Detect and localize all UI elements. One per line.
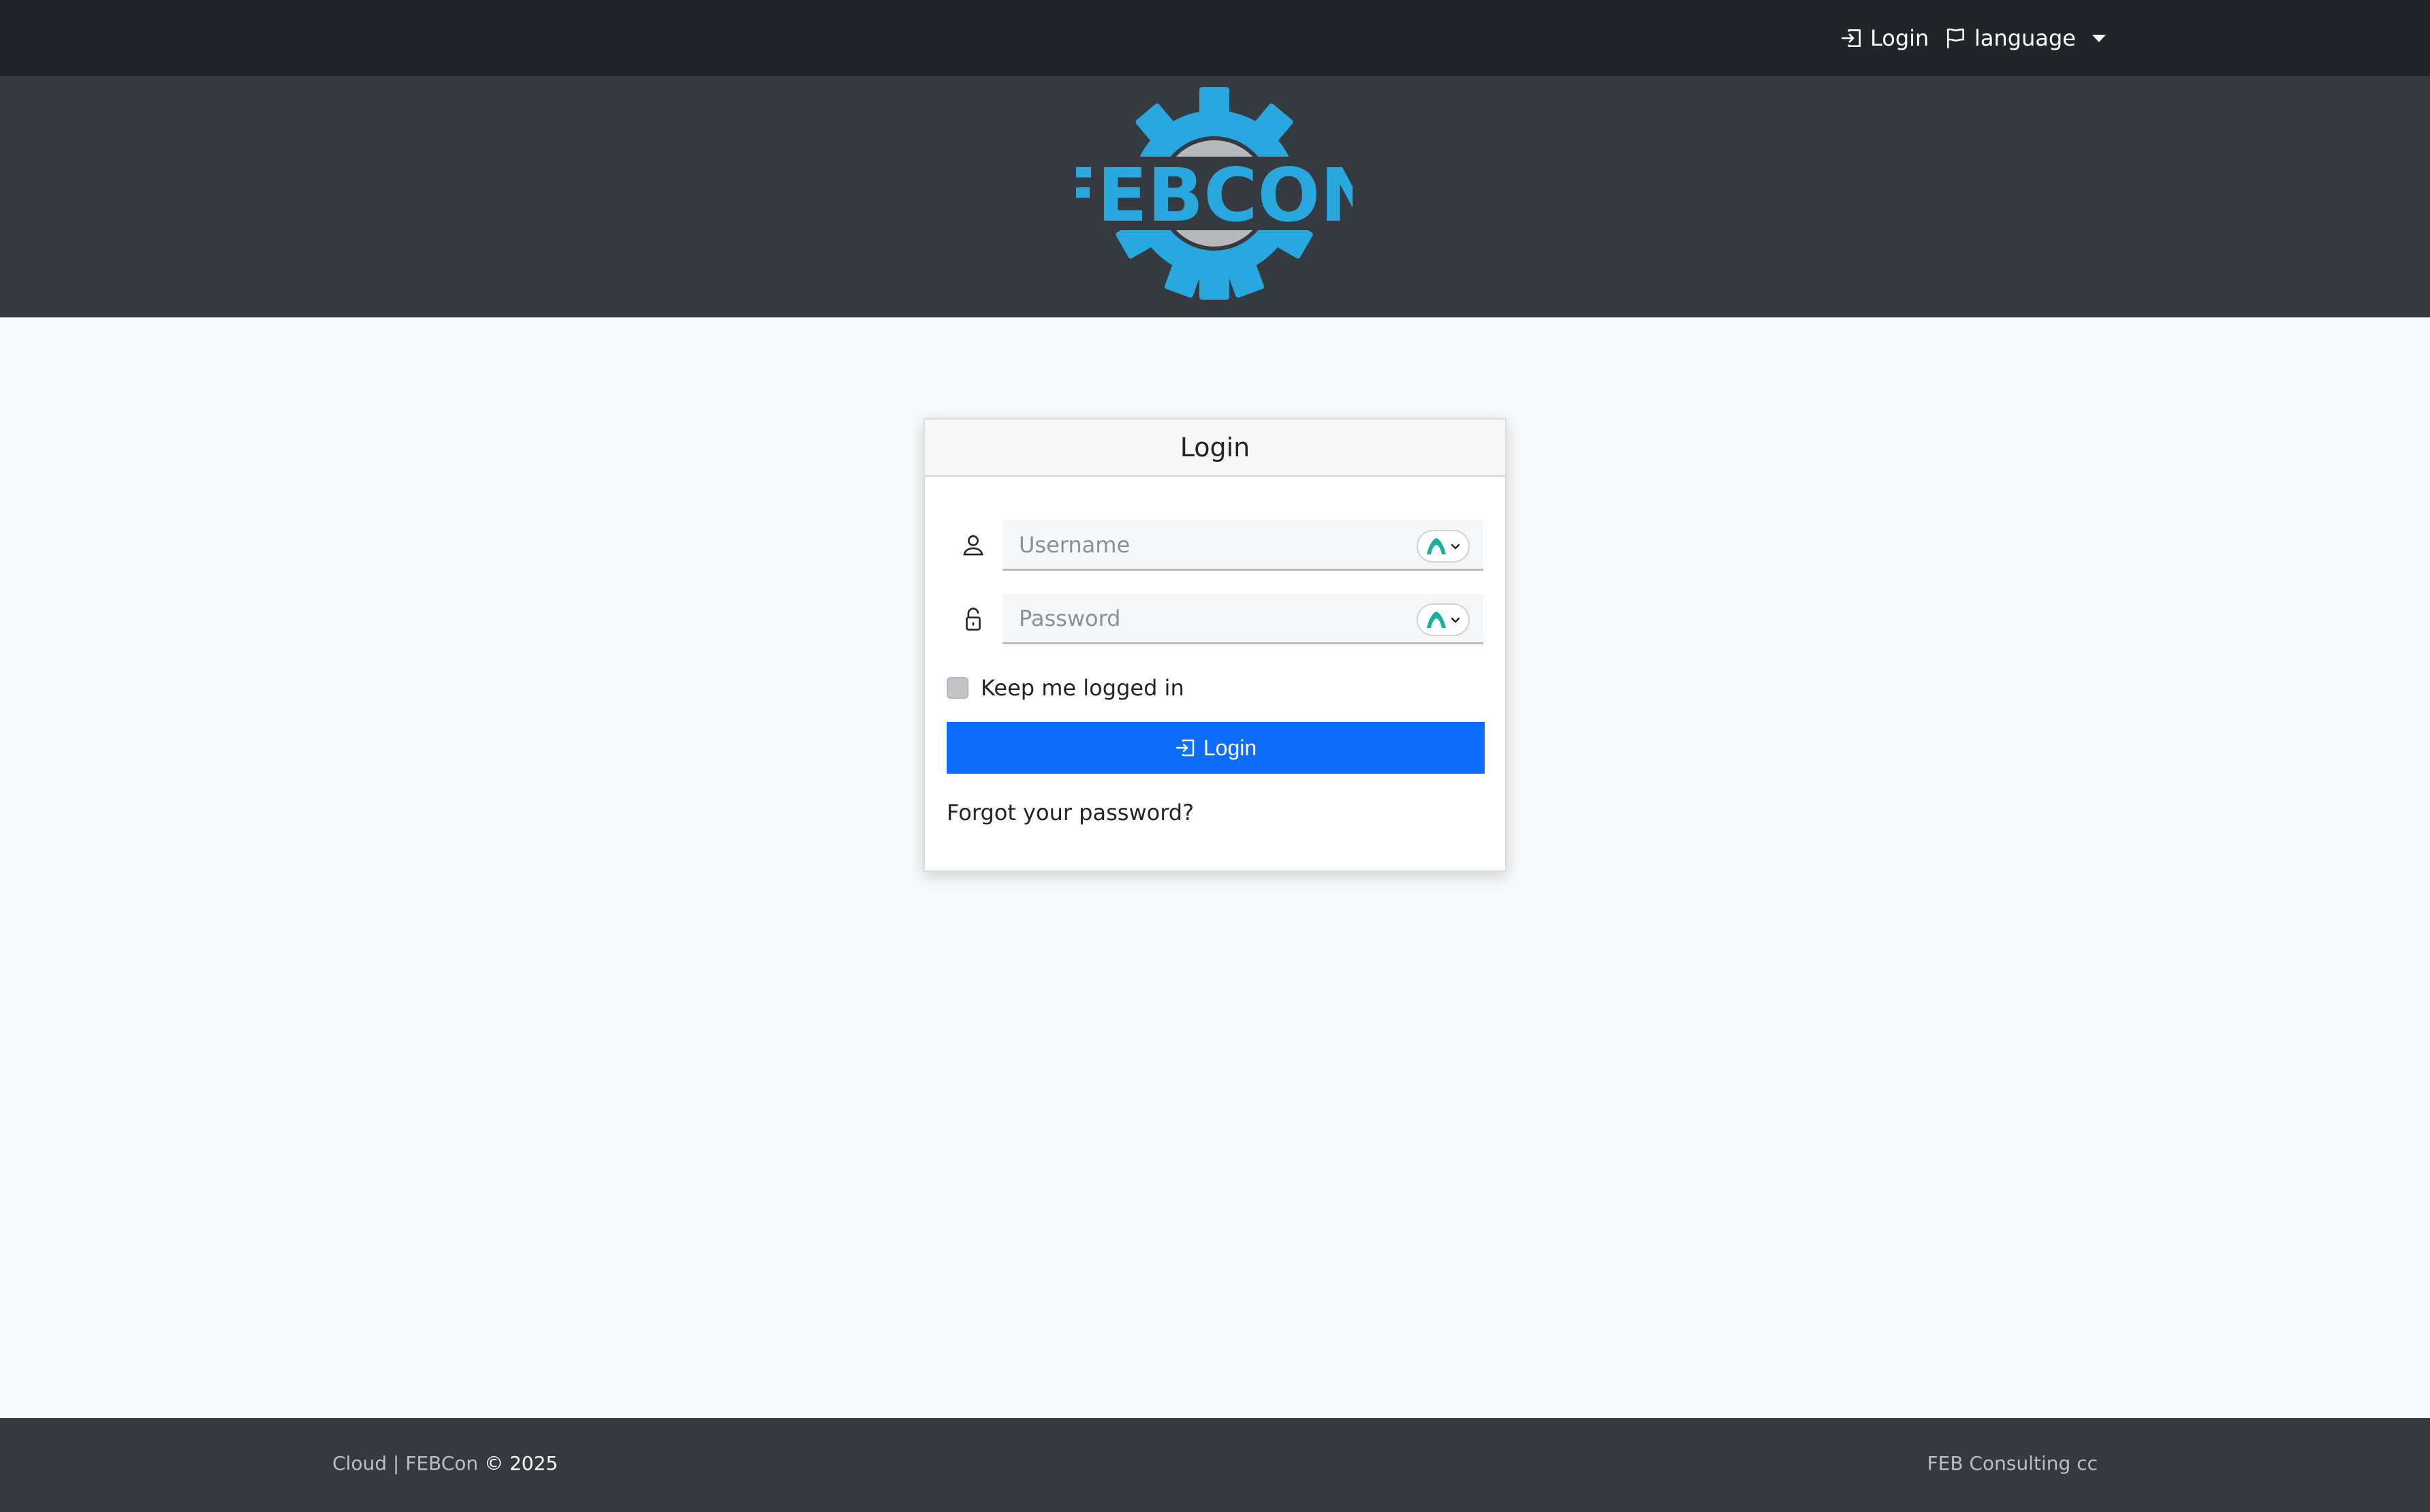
footer-brand-text: Cloud | FEBCon <box>332 1452 479 1475</box>
username-field-group <box>947 520 1485 571</box>
chevron-down-icon <box>1451 617 1460 623</box>
flag-icon <box>1947 28 1964 48</box>
password-input-wrap <box>1003 594 1483 644</box>
footer-company: FEB Consulting cc <box>1927 1452 2098 1475</box>
remember-me[interactable]: Keep me logged in <box>947 673 1184 703</box>
login-card: Login Username Keep me logged in Login F… <box>924 418 1506 872</box>
footer-left: Cloud | FEBCon © 2025 <box>332 1452 558 1475</box>
box-arrow-in-right-icon <box>1841 29 1861 47</box>
top-navbar: Login language <box>0 0 2430 76</box>
footer-copyright: © 2025 <box>484 1452 558 1475</box>
remember-me-label: Keep me logged in <box>981 675 1184 701</box>
forgot-password-link[interactable]: Forgot your password? <box>947 800 1194 825</box>
password-manager-button[interactable] <box>1417 530 1470 563</box>
username-input-wrap <box>1003 520 1483 571</box>
password-manager-button[interactable] <box>1417 603 1470 636</box>
nav-login-label: Login <box>1870 25 1929 51</box>
password-manager-icon <box>1427 612 1446 628</box>
language-dropdown[interactable]: language <box>1944 22 2106 54</box>
password-field-group <box>947 594 1485 644</box>
language-label: language <box>1974 25 2076 51</box>
nav-login-link[interactable]: Login <box>1840 22 1929 54</box>
login-submit-button[interactable]: Login <box>947 722 1485 774</box>
password-input[interactable] <box>1003 594 1483 642</box>
footer: Cloud | FEBCon © 2025 FEB Consulting cc <box>0 1418 2430 1512</box>
username-input[interactable] <box>1003 520 1483 569</box>
chevron-down-icon <box>1451 544 1460 550</box>
logo-text: FEBCON <box>1076 153 1353 238</box>
remember-me-checkbox[interactable] <box>947 677 968 699</box>
lock-icon <box>966 608 981 631</box>
login-submit-label: Login <box>1203 735 1257 760</box>
caret-down-icon <box>2092 34 2106 42</box>
person-icon <box>963 535 983 556</box>
box-arrow-in-right-icon <box>1175 739 1195 757</box>
password-manager-icon <box>1427 538 1446 554</box>
login-card-title: Login <box>925 420 1505 477</box>
febcon-logo: FEBCON <box>1076 87 1353 300</box>
